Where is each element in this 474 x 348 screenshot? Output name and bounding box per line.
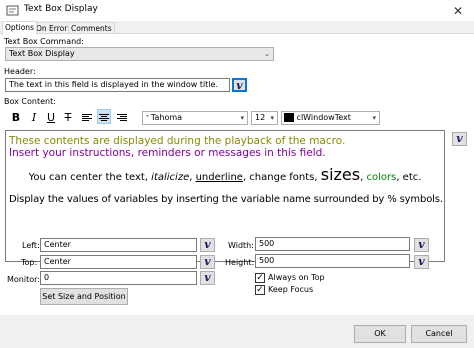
command-select-value: Text Box Display: [9, 49, 75, 58]
align-center-icon: [99, 113, 109, 123]
keep-focus-checkbox[interactable]: ✓: [255, 285, 265, 295]
font-size-select[interactable]: 12 ▾: [251, 111, 278, 125]
width-label: Width:: [228, 241, 254, 250]
left-input[interactable]: Center: [40, 238, 197, 252]
always-on-top-checkbox[interactable]: ✓: [255, 273, 265, 283]
content-line-3-suffix: , etc.: [396, 172, 422, 183]
align-left-button[interactable]: [80, 110, 94, 125]
ok-button[interactable]: OK: [354, 325, 406, 343]
chevron-down-icon: ⌄: [264, 50, 270, 58]
tab-options[interactable]: Options: [2, 21, 37, 35]
content-italic-text: italicize: [151, 172, 190, 183]
header-variable-button[interactable]: v: [232, 78, 247, 92]
width-variable-button[interactable]: v: [414, 238, 429, 252]
underline-button[interactable]: U: [44, 110, 58, 125]
monitor-label: Monitor:: [7, 275, 40, 284]
content-sizes-text: sizes: [320, 165, 361, 184]
box-content-label: Box Content:: [4, 97, 56, 106]
align-left-icon: [82, 113, 92, 123]
cancel-button[interactable]: Cancel: [411, 325, 467, 343]
checkmark-icon: ✓: [256, 273, 264, 283]
color-swatch: [284, 113, 294, 122]
content-line-3-sep2: , change fonts,: [242, 172, 321, 183]
keep-focus-label: Keep Focus: [268, 285, 314, 294]
font-name-select[interactable]: ᵀ Tahoma ▾: [142, 111, 248, 125]
top-input[interactable]: Center: [40, 255, 197, 269]
font-color-select[interactable]: clWindowText ▾: [281, 111, 380, 125]
content-line-3-prefix: You can center the text,: [28, 172, 152, 183]
font-color-value: clWindowText: [296, 113, 351, 122]
left-variable-button[interactable]: v: [200, 238, 215, 252]
title-bar: Text Box Display ✕: [0, 0, 474, 21]
chevron-down-icon: ▾: [270, 114, 274, 122]
command-select[interactable]: Text Box Display ⌄: [5, 47, 274, 61]
content-line-3: You can center the text, italicize, unde…: [9, 165, 441, 184]
content-line-2: Insert your instructions, reminders or m…: [9, 147, 326, 159]
content-underline-text: underline: [195, 172, 243, 183]
top-label: Top:: [21, 258, 38, 267]
strikethrough-button[interactable]: T: [61, 110, 75, 125]
command-label: Text Box Command:: [4, 37, 84, 46]
bold-button[interactable]: B: [9, 110, 23, 125]
window-title: Text Box Display: [24, 4, 98, 14]
close-button[interactable]: ✕: [446, 2, 470, 20]
height-input[interactable]: 500: [255, 254, 410, 268]
height-label: Height:: [225, 258, 255, 267]
height-variable-button[interactable]: v: [414, 255, 429, 269]
width-input[interactable]: 500: [255, 237, 410, 251]
left-label: Left:: [22, 241, 40, 250]
chevron-down-icon: ▾: [240, 114, 244, 122]
options-panel: Text Box Command: Text Box Display ⌄ Hea…: [0, 33, 474, 315]
header-input[interactable]: The text in this field is displayed in t…: [5, 78, 230, 92]
header-label: Header:: [4, 67, 36, 76]
italic-button[interactable]: I: [27, 110, 41, 125]
align-right-icon: [117, 113, 127, 123]
close-icon: ✕: [452, 4, 464, 18]
align-center-button[interactable]: [97, 109, 111, 124]
monitor-input[interactable]: 0: [40, 271, 197, 285]
top-variable-button[interactable]: v: [200, 255, 215, 269]
chevron-down-icon: ▾: [372, 114, 376, 122]
content-colors-text: colors: [366, 172, 397, 183]
font-size-value: 12: [255, 113, 266, 122]
font-name-value: Tahoma: [150, 113, 183, 122]
always-on-top-label: Always on Top: [268, 273, 325, 282]
set-size-position-button[interactable]: Set Size and Position: [40, 288, 128, 305]
content-line-4: Display the values of variables by inser…: [9, 194, 443, 205]
dialog-footer: OK Cancel: [0, 315, 474, 348]
align-right-button[interactable]: [115, 110, 129, 125]
app-icon: [6, 5, 19, 16]
checkmark-icon: ✓: [256, 285, 264, 295]
monitor-variable-button[interactable]: v: [200, 271, 215, 285]
content-variable-button[interactable]: v: [452, 132, 467, 146]
content-line-1: These contents are displayed during the …: [9, 135, 346, 147]
